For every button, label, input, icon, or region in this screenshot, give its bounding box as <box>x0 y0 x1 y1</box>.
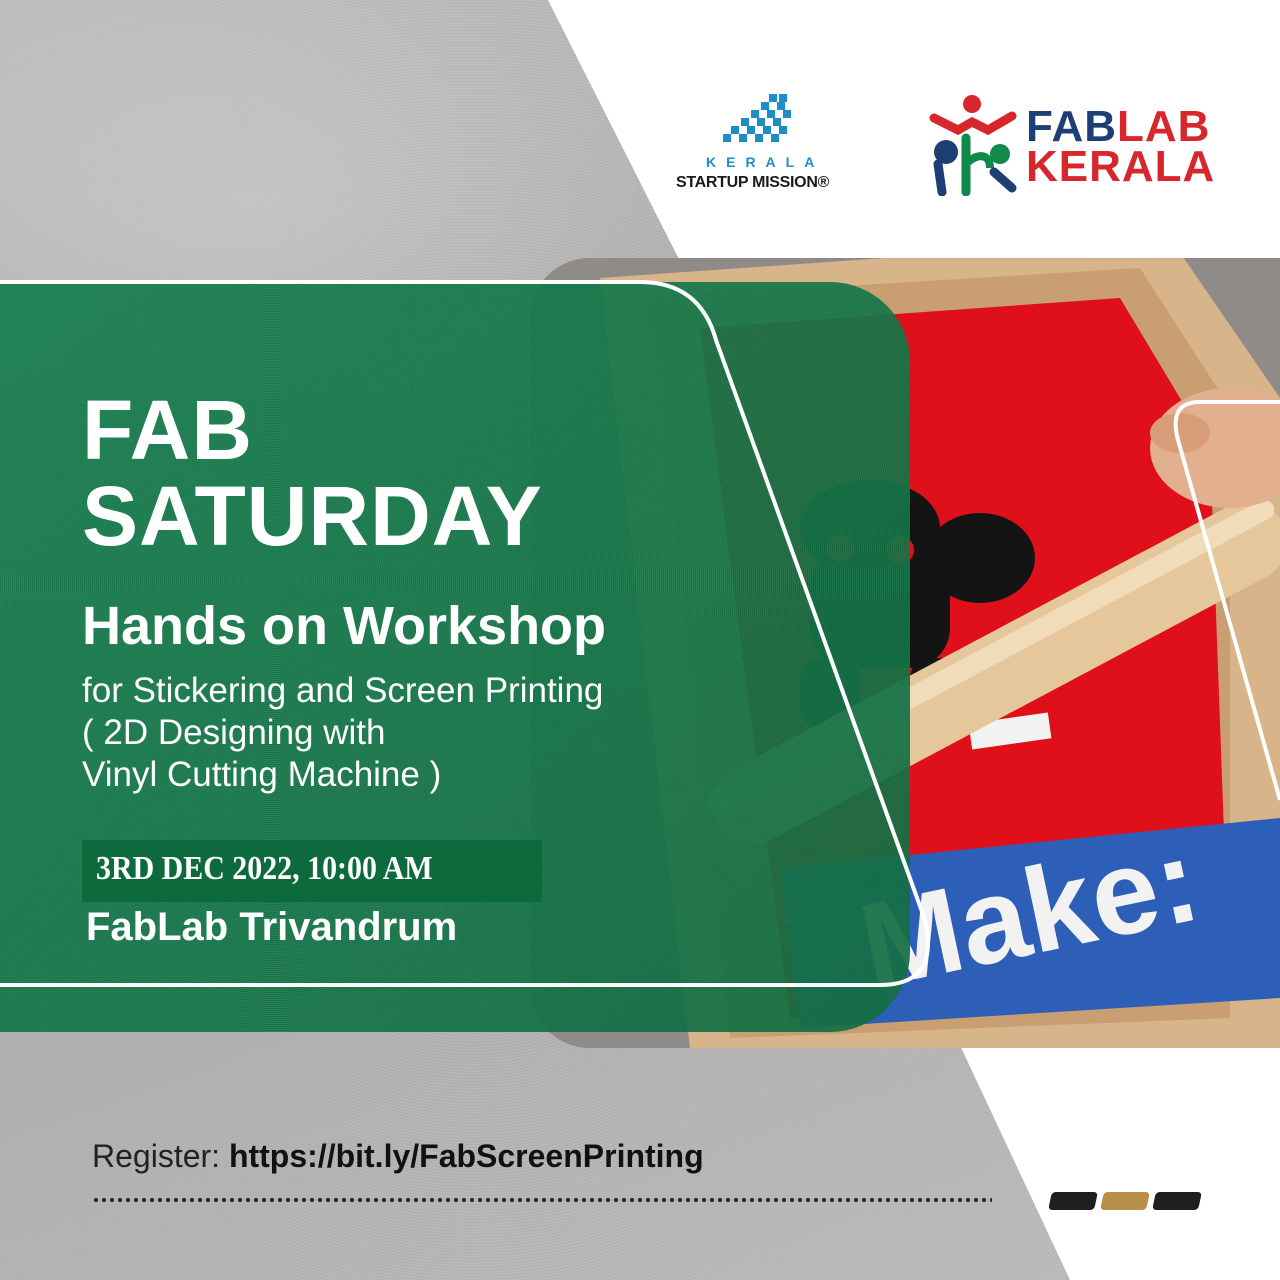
decor-pill-dark-2 <box>1152 1192 1202 1210</box>
decor-pill-gold <box>1100 1192 1150 1210</box>
register-line: Register: https://bit.ly/FabScreenPrinti… <box>92 1138 704 1175</box>
outline-frame-small <box>1173 400 1280 801</box>
dotted-divider <box>92 1196 992 1204</box>
register-label: Register: <box>92 1138 221 1174</box>
event-title-line1: FAB <box>82 383 253 477</box>
event-description-line2: ( 2D Designing with <box>82 713 386 752</box>
decor-pill-dark-1 <box>1048 1192 1098 1210</box>
event-title-line2: SATURDAY <box>82 469 543 563</box>
event-description-line3: Vinyl Cutting Machine ) <box>82 755 442 794</box>
event-description: for Stickering and Screen Printing ( 2D … <box>82 670 603 796</box>
poster: KERALA STARTUP MISSION® FABLAB KERALA Ma… <box>0 0 1280 1280</box>
event-description-line1: for Stickering and Screen Printing <box>82 671 604 710</box>
register-link[interactable]: https://bit.ly/FabScreenPrinting <box>229 1138 704 1174</box>
event-venue: FabLab Trivandrum <box>86 905 458 949</box>
event-headline: Hands on Workshop <box>82 596 607 656</box>
event-date: 3RD DEC 2022, 10:00 AM <box>96 850 433 887</box>
